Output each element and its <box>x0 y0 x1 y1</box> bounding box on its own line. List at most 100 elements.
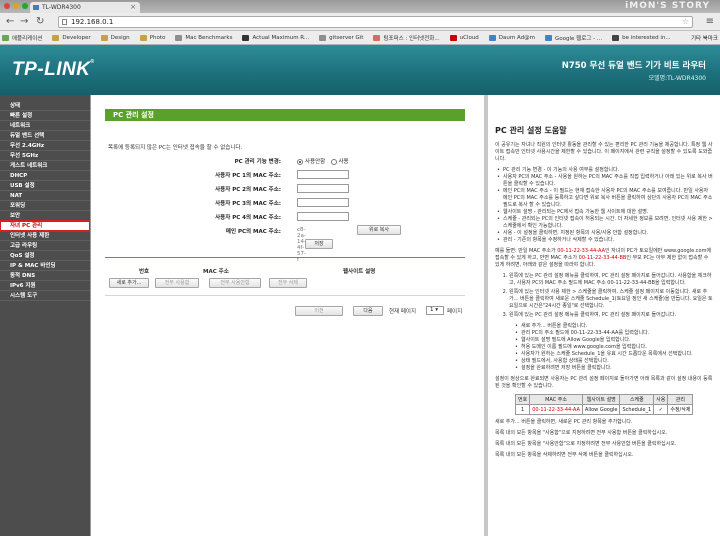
pc1-label: 사용자 PC 1의 MAC 주소: <box>215 173 281 179</box>
router-banner: TP-LINK® N750 무선 듀얼 밴드 기가 비트 라우터 모델명:TL-… <box>0 45 720 95</box>
bookmark-item[interactable]: Actual Maximum R... <box>242 34 309 41</box>
bookmark-item[interactable]: Mac Benchmarks <box>175 34 232 41</box>
watermark: iMON'S STORY <box>625 1 710 11</box>
pc3-mac-input[interactable] <box>297 198 349 207</box>
delete-all-button[interactable]: 전부 삭제 <box>269 278 307 288</box>
site-icon <box>545 34 553 41</box>
site-icon <box>612 34 620 41</box>
example-td: Allow Google <box>581 404 621 415</box>
browser-tab[interactable]: TL-WDR4300 × <box>30 2 140 13</box>
main-panel: PC 관리 설정 목록에 등록되지 않은 PC는 인터넷 접속을 할 수 없습니… <box>90 95 484 536</box>
maximize-window-icon[interactable] <box>22 3 28 9</box>
sidebar-item-wireless-24[interactable]: 무선 2.4GHz <box>0 141 90 151</box>
page-suffix: 페이지 <box>447 309 463 315</box>
other-bookmarks[interactable]: 기타 북마크 <box>691 34 718 42</box>
minimize-window-icon[interactable] <box>13 3 19 9</box>
example-th: 스케줄 <box>619 394 655 405</box>
bookmark-item[interactable]: Daum Ad@m <box>488 34 535 41</box>
help-footer: 새로 추가... 버튼을 클릭하면, 새로운 PC 관리 항목을 추가합니다. <box>495 419 633 425</box>
bookmark-item[interactable]: Developer <box>52 34 91 41</box>
reload-icon[interactable]: ↻ <box>36 16 44 28</box>
bookmark-item[interactable]: gitserver Git <box>319 34 363 41</box>
sidebar-item-system-tools[interactable]: 시스템 도구 <box>0 291 90 301</box>
sidebar-item-status[interactable]: 상태 <box>0 101 90 111</box>
menu-icon[interactable]: ≡ <box>706 16 714 27</box>
sidebar-item-network[interactable]: 네트워크 <box>0 121 90 131</box>
bookmark-item[interactable]: uCloud <box>449 34 479 41</box>
sidebar-item-usb[interactable]: USB 설정 <box>0 181 90 191</box>
pc4-mac-input[interactable] <box>297 212 349 221</box>
sidebar-item-parental-control[interactable]: 자녀 PC 관리 <box>0 220 91 232</box>
bookmark-item[interactable]: 애플리케이션 <box>2 34 42 42</box>
tp-link-logo: TP-LINK® <box>12 59 95 80</box>
browser-toolbar: ← → ↻ 192.168.0.1 ☆ ≡ <box>0 13 720 31</box>
radio-enable[interactable] <box>330 158 337 165</box>
bookmarks-bar: 애플리케이션 Developer Design Photo Mac Benchm… <box>0 31 720 45</box>
sidebar-item-access-control[interactable]: 인터넷 사용 제한 <box>0 231 90 241</box>
site-icon <box>488 34 496 41</box>
browser-tab-bar: TL-WDR4300 × iMON'S STORY <box>0 0 720 13</box>
site-icon <box>373 34 381 41</box>
help-bullet: 웹사이트 설명 - 관리되는 PC에서 접속 가능한 웹 사이트에 대한 설명. <box>495 209 713 216</box>
sidebar-item-forwarding[interactable]: 포워딩 <box>0 201 90 211</box>
example-td: Schedule_1 <box>619 404 655 415</box>
radio-disable[interactable] <box>297 158 303 165</box>
help-steps: 왼쪽에 있는 PC 관리 설정 메뉴를 클릭하여, PC 관리 설정 페이지로 … <box>509 273 713 319</box>
help-example-table: 번호 MAC 주소 웹사이트 설명 스케줄 사용 관리 1 00-11-22-3… <box>514 394 694 415</box>
sidebar-item-ip-mac-binding[interactable]: IP & MAC 바인딩 <box>0 261 90 271</box>
example-th: MAC 주소 <box>529 394 583 405</box>
bookmark-item[interactable]: Google 웹로그 - ... <box>545 34 602 42</box>
sidebar-item-qos[interactable]: QoS 설정 <box>0 251 90 261</box>
control-label: PC 관리 기능 변경: <box>234 159 281 165</box>
help-bullet: 사용자 PC의 MAC 주소 - 사용을 원하는 PC의 MAC 주소를 직접 … <box>495 174 713 188</box>
copy-above-button[interactable]: 위로 복사 <box>357 225 401 235</box>
pc2-mac-input[interactable] <box>297 184 349 193</box>
sidebar-item-security[interactable]: 보안 <box>0 211 90 221</box>
sidebar-item-ipv6[interactable]: IPv6 지원 <box>0 281 90 291</box>
forward-icon[interactable]: → <box>20 16 28 28</box>
help-step: 왼쪽에 있는 PC 관리 설정 메뉴를 클릭하여, PC 관리 설정 페이지로 … <box>509 312 713 319</box>
col-header-site: 웹사이트 설명 <box>343 269 376 275</box>
help-footer: 목록 내의 모든 항목을 "사용함"으로 지정하려면 전부 사용함 버튼을 클릭… <box>495 430 668 436</box>
close-window-icon[interactable] <box>4 3 10 9</box>
current-mac-label: 메인 PC의 MAC 주소: <box>225 229 281 235</box>
next-page-button[interactable]: 다음 <box>353 306 383 316</box>
back-icon[interactable]: ← <box>6 16 14 28</box>
control-radios: 사용안함 사용 <box>297 157 349 165</box>
pc1-mac-input[interactable] <box>297 170 349 179</box>
site-icon <box>175 34 183 41</box>
save-button[interactable]: 저장 <box>305 239 333 249</box>
add-new-button[interactable]: 새로 추가... <box>109 278 149 288</box>
sidebar-item-quick-setup[interactable]: 빠른 설정 <box>0 111 90 121</box>
help-footer: 목록 내의 모든 항목을 삭제하려면 전부 삭제 버튼을 클릭하십시오. <box>495 452 634 458</box>
divider <box>105 257 465 258</box>
help-footer: 목록 내의 모든 항목을 "사용안함"으로 지정하려면 전부 사용안함 버튼을 … <box>495 441 677 447</box>
bookmark-item[interactable]: Photo <box>139 34 165 41</box>
prev-page-button[interactable]: 이전 <box>295 306 343 316</box>
bookmark-item[interactable]: Design <box>100 34 130 41</box>
example-th: 관리 <box>667 394 694 405</box>
help-panel: PC 관리 설정 도움말 이 공유기는 자녀나 직원의 인터넷 활동을 관리할 … <box>484 95 720 536</box>
disable-all-button[interactable]: 전부 사용안함 <box>209 278 261 288</box>
address-bar[interactable]: 192.168.0.1 ☆ <box>58 16 693 28</box>
model-name: 모델명:TL-WDR4300 <box>648 75 706 82</box>
example-th: 웹사이트 설명 <box>581 394 621 405</box>
folder-icon <box>139 34 147 41</box>
sidebar-item-guest-network[interactable]: 게스트 네트워크 <box>0 161 90 171</box>
sidebar-item-nat[interactable]: NAT <box>0 191 90 201</box>
sidebar-item-routing[interactable]: 고급 라우팅 <box>0 241 90 251</box>
window-controls <box>4 3 28 9</box>
sidebar-item-dhcp[interactable]: DHCP <box>0 171 90 181</box>
help-substep: 웹사이트 설명 필드에 Allow Google을 입력합니다. <box>513 337 713 344</box>
sidebar-item-dual-band[interactable]: 듀얼 밴드 선택 <box>0 131 90 141</box>
site-icon <box>242 34 250 41</box>
bookmark-item[interactable]: 팀포퍼스 : 인터넷전화... <box>373 34 440 42</box>
example-th: 번호 <box>514 394 531 405</box>
close-tab-icon[interactable]: × <box>130 2 136 13</box>
sidebar-item-wireless-5[interactable]: 무선 5GHz <box>0 151 90 161</box>
page-select[interactable]: 1 ▾ <box>426 306 444 315</box>
bookmark-star-icon[interactable]: ☆ <box>682 17 689 27</box>
sidebar-item-ddns[interactable]: 동적 DNS <box>0 271 90 281</box>
enable-all-button[interactable]: 전부 사용함 <box>155 278 199 288</box>
bookmark-item[interactable]: be interested in... <box>612 34 671 41</box>
